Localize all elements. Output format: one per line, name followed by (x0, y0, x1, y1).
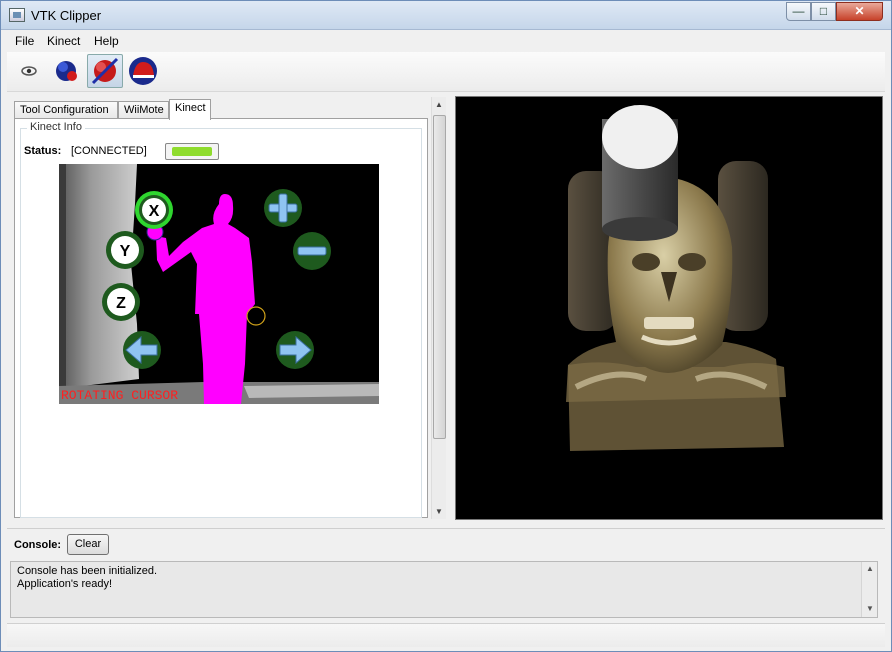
pane-splitter[interactable] (448, 97, 454, 521)
console-line: Console has been initialized. (17, 565, 158, 577)
console-line: Application's ready! (17, 578, 113, 590)
scrollbar-thumb[interactable] (433, 115, 446, 439)
console-scrollbar[interactable]: ▲ ▼ (861, 562, 877, 617)
clip-plane-tool-button[interactable] (87, 54, 123, 88)
close-button[interactable]: ✕ (836, 2, 883, 21)
cap-tool-button[interactable] (125, 54, 161, 88)
clip-cylinder-cap (602, 105, 678, 169)
console-scroll-up-icon[interactable]: ▲ (866, 564, 874, 573)
kinect-device-icon (165, 143, 219, 160)
menu-help[interactable]: Help (94, 34, 119, 48)
zoom-in-button[interactable] (264, 189, 302, 227)
menu-kinect[interactable]: Kinect (47, 34, 80, 48)
zoom-out-button[interactable] (293, 232, 331, 270)
console-scroll-down-icon[interactable]: ▼ (866, 604, 874, 613)
clip-plane-icon (91, 57, 119, 85)
sphere-tool-icon (56, 61, 77, 81)
kinect-tab-page: Kinect Info Status: [CONNECTED] X Y Z RO… (14, 118, 428, 518)
axis-y-button[interactable]: Y (106, 231, 144, 269)
scroll-down-icon[interactable]: ▼ (435, 507, 443, 516)
clear-console-button[interactable]: Clear (67, 534, 109, 555)
scroll-up-icon[interactable]: ▲ (435, 100, 443, 109)
tab-tool-configuration[interactable]: Tool Configuration (14, 101, 118, 119)
maximize-button[interactable]: □ (811, 2, 836, 21)
axis-x-button-label: X (149, 203, 160, 220)
status-value: [CONNECTED] (71, 145, 147, 157)
toolbar (7, 52, 885, 92)
title-bar: VTK Clipper — □ ✕ (1, 1, 891, 30)
eye-icon (21, 66, 37, 76)
axis-z-button-label: Z (116, 295, 126, 312)
cursor-mode-text: ROTATING CURSOR (61, 388, 178, 403)
volume-render (456, 97, 882, 519)
menu-bar: File Kinect Help (7, 31, 885, 51)
kinect-depth-view[interactable]: X Y Z ROTATING CURSOR (59, 164, 379, 404)
menu-file[interactable]: File (15, 34, 34, 48)
status-bar (7, 623, 885, 647)
app-window: VTK Clipper — □ ✕ File Kinect Help Tool … (0, 0, 892, 652)
depth-image: X Y Z ROTATING CURSOR (59, 164, 379, 404)
sphere-tool-button[interactable] (49, 54, 85, 88)
app-icon (9, 8, 25, 22)
console-header: Console: Clear (7, 528, 885, 561)
console-label: Console: (14, 539, 62, 551)
vtk-render-view[interactable] (455, 96, 883, 520)
tab-kinect[interactable]: Kinect (169, 99, 211, 120)
axis-x-button[interactable]: X (135, 191, 173, 229)
status-label: Status: (24, 145, 62, 157)
window-title: VTK Clipper (31, 8, 102, 23)
axis-z-button[interactable]: Z (102, 283, 140, 321)
axis-y-button-label: Y (120, 243, 131, 260)
minimize-button[interactable]: — (786, 2, 811, 21)
tab-wiimote[interactable]: WiiMote (118, 101, 169, 119)
rotate-left-button[interactable] (123, 331, 161, 369)
tool-panel: Tool Configuration WiiMote Kinect Kinect… (10, 95, 448, 521)
cap-tool-icon (129, 57, 157, 85)
tool-panel-scrollbar[interactable]: ▲ ▼ (431, 97, 446, 519)
view-toggle-button[interactable] (11, 54, 47, 88)
group-title: Kinect Info (27, 121, 85, 133)
rotate-right-button[interactable] (276, 331, 314, 369)
console-output[interactable]: Console has been initialized. Applicatio… (10, 561, 878, 618)
